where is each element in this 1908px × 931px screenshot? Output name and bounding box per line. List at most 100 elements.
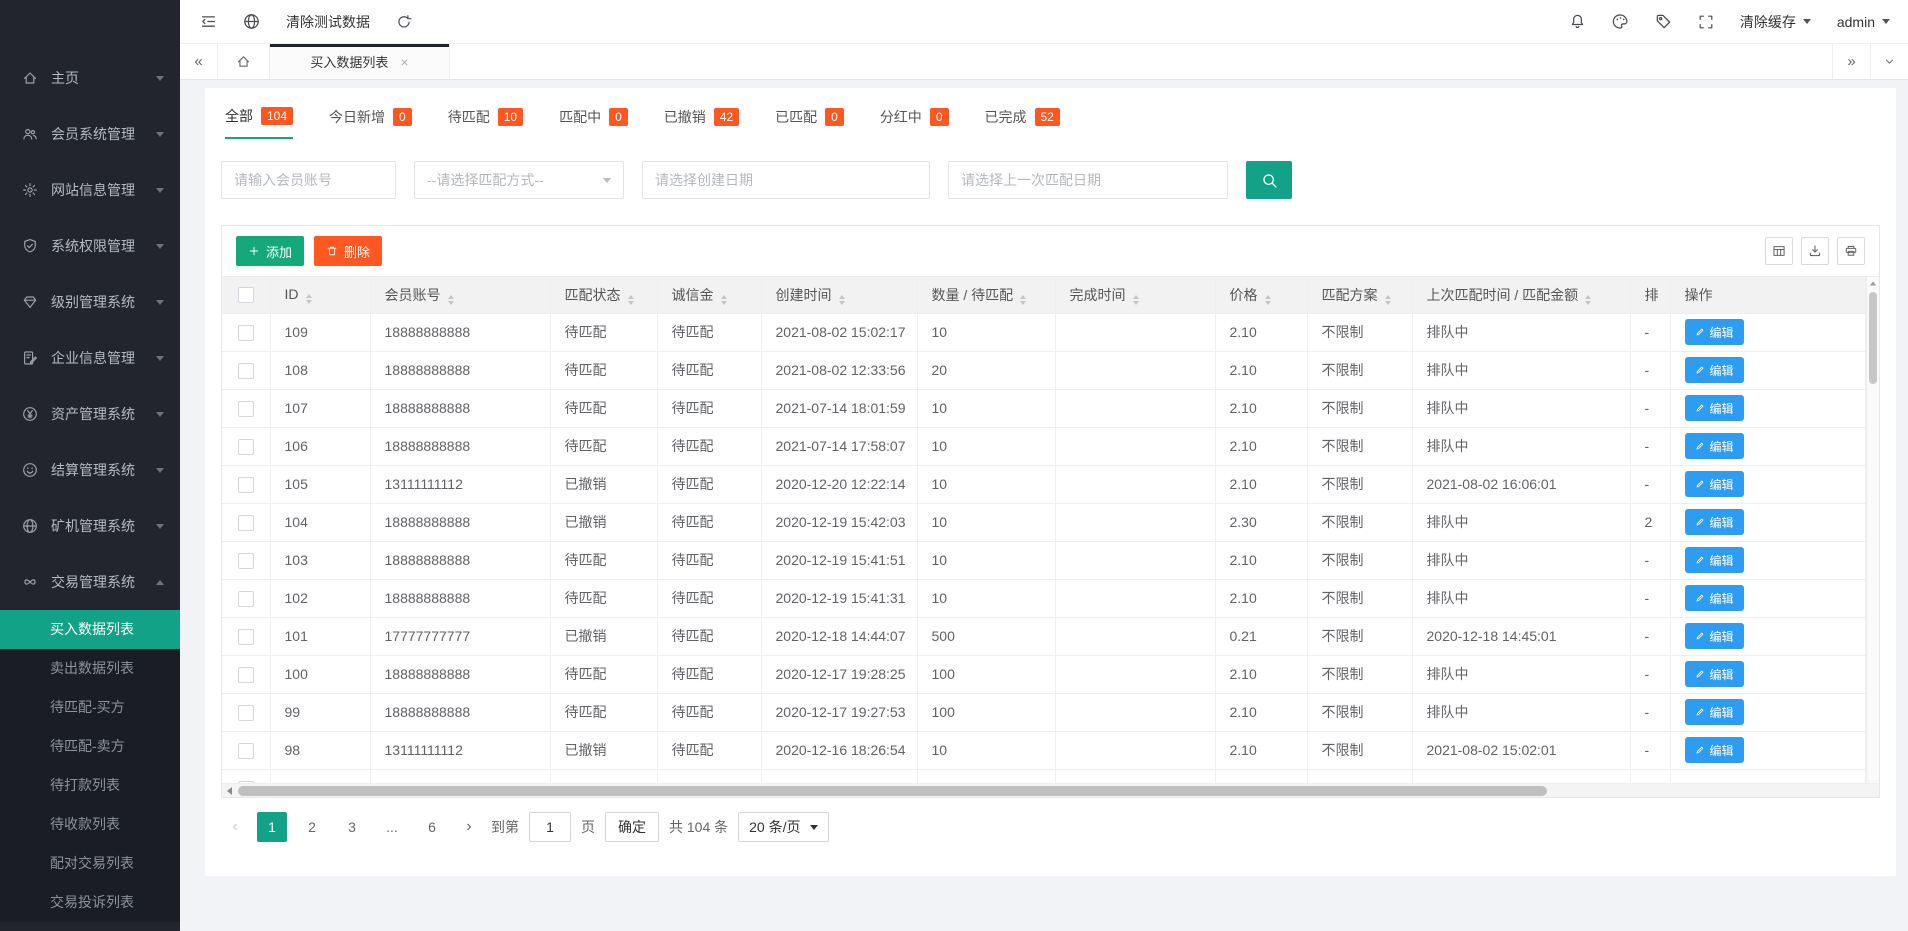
page-number-button[interactable]: 6 [417, 812, 447, 842]
previous-page-button[interactable]: ‹ [223, 818, 247, 836]
sidebar-item[interactable]: 资产管理系统 [0, 386, 180, 442]
edit-button[interactable]: 编辑 [1685, 547, 1744, 573]
column-header[interactable]: 创建时间 [761, 277, 917, 313]
edit-button[interactable]: 编辑 [1685, 737, 1744, 763]
row-checkbox[interactable] [238, 667, 254, 683]
export-button[interactable] [1801, 237, 1829, 265]
filter-tab[interactable]: 已撤销42 [664, 106, 739, 139]
sort-carets-icon[interactable] [1020, 295, 1026, 305]
row-checkbox[interactable] [238, 553, 254, 569]
columns-button[interactable] [1765, 237, 1793, 265]
sidebar-item[interactable]: 结算管理系统 [0, 442, 180, 498]
page-number-button[interactable]: 1 [257, 812, 287, 842]
vertical-scrollbar[interactable] [1866, 277, 1879, 783]
sidebar-item[interactable]: 系统权限管理 [0, 218, 180, 274]
row-checkbox[interactable] [238, 705, 254, 721]
vertical-scrollbar-thumb[interactable] [1869, 292, 1877, 384]
sidebar-subitem[interactable]: 配对交易列表 [0, 844, 180, 883]
edit-button[interactable]: 编辑 [1685, 433, 1744, 459]
sidebar-item[interactable]: 交易管理系统 [0, 554, 180, 610]
palette-icon[interactable] [1612, 13, 1629, 30]
horizontal-scrollbar[interactable] [222, 783, 1879, 797]
add-button[interactable]: 添加 [236, 236, 304, 266]
edit-button[interactable]: 编辑 [1685, 585, 1744, 611]
edit-button[interactable]: 编辑 [1685, 623, 1744, 649]
column-header[interactable]: 上次匹配时间 / 匹配金额 [1412, 277, 1630, 313]
filter-tab[interactable]: 已匹配0 [775, 106, 844, 139]
globe-icon[interactable] [243, 13, 260, 30]
column-header[interactable]: 完成时间 [1055, 277, 1215, 313]
row-checkbox[interactable] [238, 363, 254, 379]
sort-carets-icon[interactable] [1265, 295, 1271, 305]
page-number-button[interactable]: 3 [337, 812, 367, 842]
column-header[interactable]: 匹配方案 [1307, 277, 1412, 313]
row-checkbox[interactable] [238, 629, 254, 645]
sidebar-subitem[interactable]: 交易投诉列表 [0, 883, 180, 922]
select-all-checkbox[interactable] [238, 287, 254, 303]
row-checkbox[interactable] [238, 515, 254, 531]
bell-icon[interactable] [1569, 13, 1586, 30]
sort-carets-icon[interactable] [1385, 295, 1391, 305]
sort-carets-icon[interactable] [721, 295, 727, 305]
sidebar-subitem[interactable]: 卖出数据列表 [0, 649, 180, 688]
sort-carets-icon[interactable] [628, 295, 634, 305]
filter-tab[interactable]: 待匹配10 [448, 106, 523, 139]
filter-tab[interactable]: 全部104 [225, 106, 293, 139]
fullscreen-icon[interactable] [1698, 14, 1714, 30]
created-date-input[interactable] [642, 161, 930, 199]
sidebar-item[interactable]: 矿机管理系统 [0, 498, 180, 554]
edit-button[interactable]: 编辑 [1685, 471, 1744, 497]
row-checkbox[interactable] [238, 591, 254, 607]
tab-home[interactable] [218, 44, 270, 79]
sidebar-item[interactable]: 网站信息管理 [0, 162, 180, 218]
match-type-select[interactable]: --请选择匹配方式-- [414, 161, 624, 199]
tag-icon[interactable] [1655, 13, 1672, 30]
goto-page-input[interactable] [529, 812, 571, 842]
column-header[interactable]: 会员账号 [370, 277, 550, 313]
filter-tab[interactable]: 今日新增0 [329, 106, 412, 139]
sidebar-item[interactable]: 企业信息管理 [0, 330, 180, 386]
refresh-icon[interactable] [396, 14, 412, 30]
sort-carets-icon[interactable] [1585, 295, 1591, 305]
tabs-scroll-left-button[interactable]: « [180, 44, 218, 79]
edit-button[interactable]: 编辑 [1685, 661, 1744, 687]
clear-test-data-button[interactable]: 清除测试数据 [286, 12, 370, 32]
horizontal-scrollbar-thumb[interactable] [238, 786, 1547, 796]
clear-cache-dropdown[interactable]: 清除缓存 [1740, 12, 1811, 32]
next-page-button[interactable]: › [457, 818, 481, 836]
print-button[interactable] [1837, 237, 1865, 265]
user-dropdown[interactable]: admin [1837, 14, 1890, 30]
row-checkbox[interactable] [238, 401, 254, 417]
sidebar-item[interactable]: 会员系统管理 [0, 106, 180, 162]
sidebar-subitem[interactable]: 待匹配-卖方 [0, 727, 180, 766]
collapse-icon[interactable] [200, 13, 217, 30]
row-checkbox[interactable] [238, 743, 254, 759]
edit-button[interactable]: 编辑 [1685, 357, 1744, 383]
close-icon[interactable]: × [400, 54, 408, 70]
page-size-select[interactable]: 20 条/页 [738, 812, 828, 842]
edit-button[interactable]: 编辑 [1685, 509, 1744, 535]
filter-tab[interactable]: 分红中0 [880, 106, 949, 139]
row-checkbox[interactable] [238, 477, 254, 493]
scroll-up-arrow-icon[interactable] [1870, 282, 1876, 286]
filter-tab[interactable]: 匹配中0 [559, 106, 628, 139]
sidebar-subitem[interactable]: 待收款列表 [0, 805, 180, 844]
row-checkbox[interactable] [238, 439, 254, 455]
sidebar-subitem[interactable]: 买入数据列表 [0, 610, 180, 649]
sort-carets-icon[interactable] [448, 295, 454, 305]
sort-carets-icon[interactable] [1133, 295, 1139, 305]
filter-tab[interactable]: 已完成52 [985, 106, 1060, 139]
tabs-menu-button[interactable] [1870, 44, 1908, 79]
sidebar-subitem[interactable]: 待打款列表 [0, 766, 180, 805]
sidebar-subitem[interactable]: 待匹配-买方 [0, 688, 180, 727]
edit-button[interactable]: 编辑 [1685, 319, 1744, 345]
scroll-left-arrow-icon[interactable] [222, 787, 236, 795]
sort-carets-icon[interactable] [306, 294, 312, 304]
column-header[interactable]: 价格 [1215, 277, 1307, 313]
row-checkbox[interactable] [238, 325, 254, 341]
edit-button[interactable]: 编辑 [1685, 395, 1744, 421]
column-header[interactable]: 匹配状态 [550, 277, 657, 313]
account-input[interactable] [221, 161, 396, 199]
tab-buy-data-list[interactable]: 买入数据列表 × [270, 44, 450, 79]
column-header[interactable]: ID [270, 277, 370, 313]
